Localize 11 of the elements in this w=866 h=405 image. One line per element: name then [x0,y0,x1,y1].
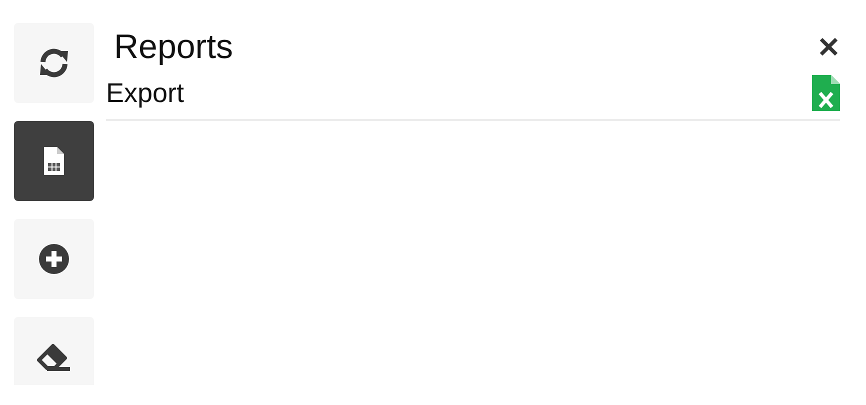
sidebar-button[interactable] [14,121,94,201]
sidebar-button[interactable] [14,317,94,385]
panel-title: Reports [114,28,234,67]
excel-file-icon[interactable] [812,75,840,111]
export-label: Export [106,78,184,108]
spreadsheet-icon [43,146,65,176]
close-button[interactable]: ✕ [817,31,840,64]
sidebar-button[interactable] [14,219,94,299]
add-icon [38,243,70,275]
eraser-icon [35,342,73,372]
sidebar-button[interactable] [14,23,94,103]
